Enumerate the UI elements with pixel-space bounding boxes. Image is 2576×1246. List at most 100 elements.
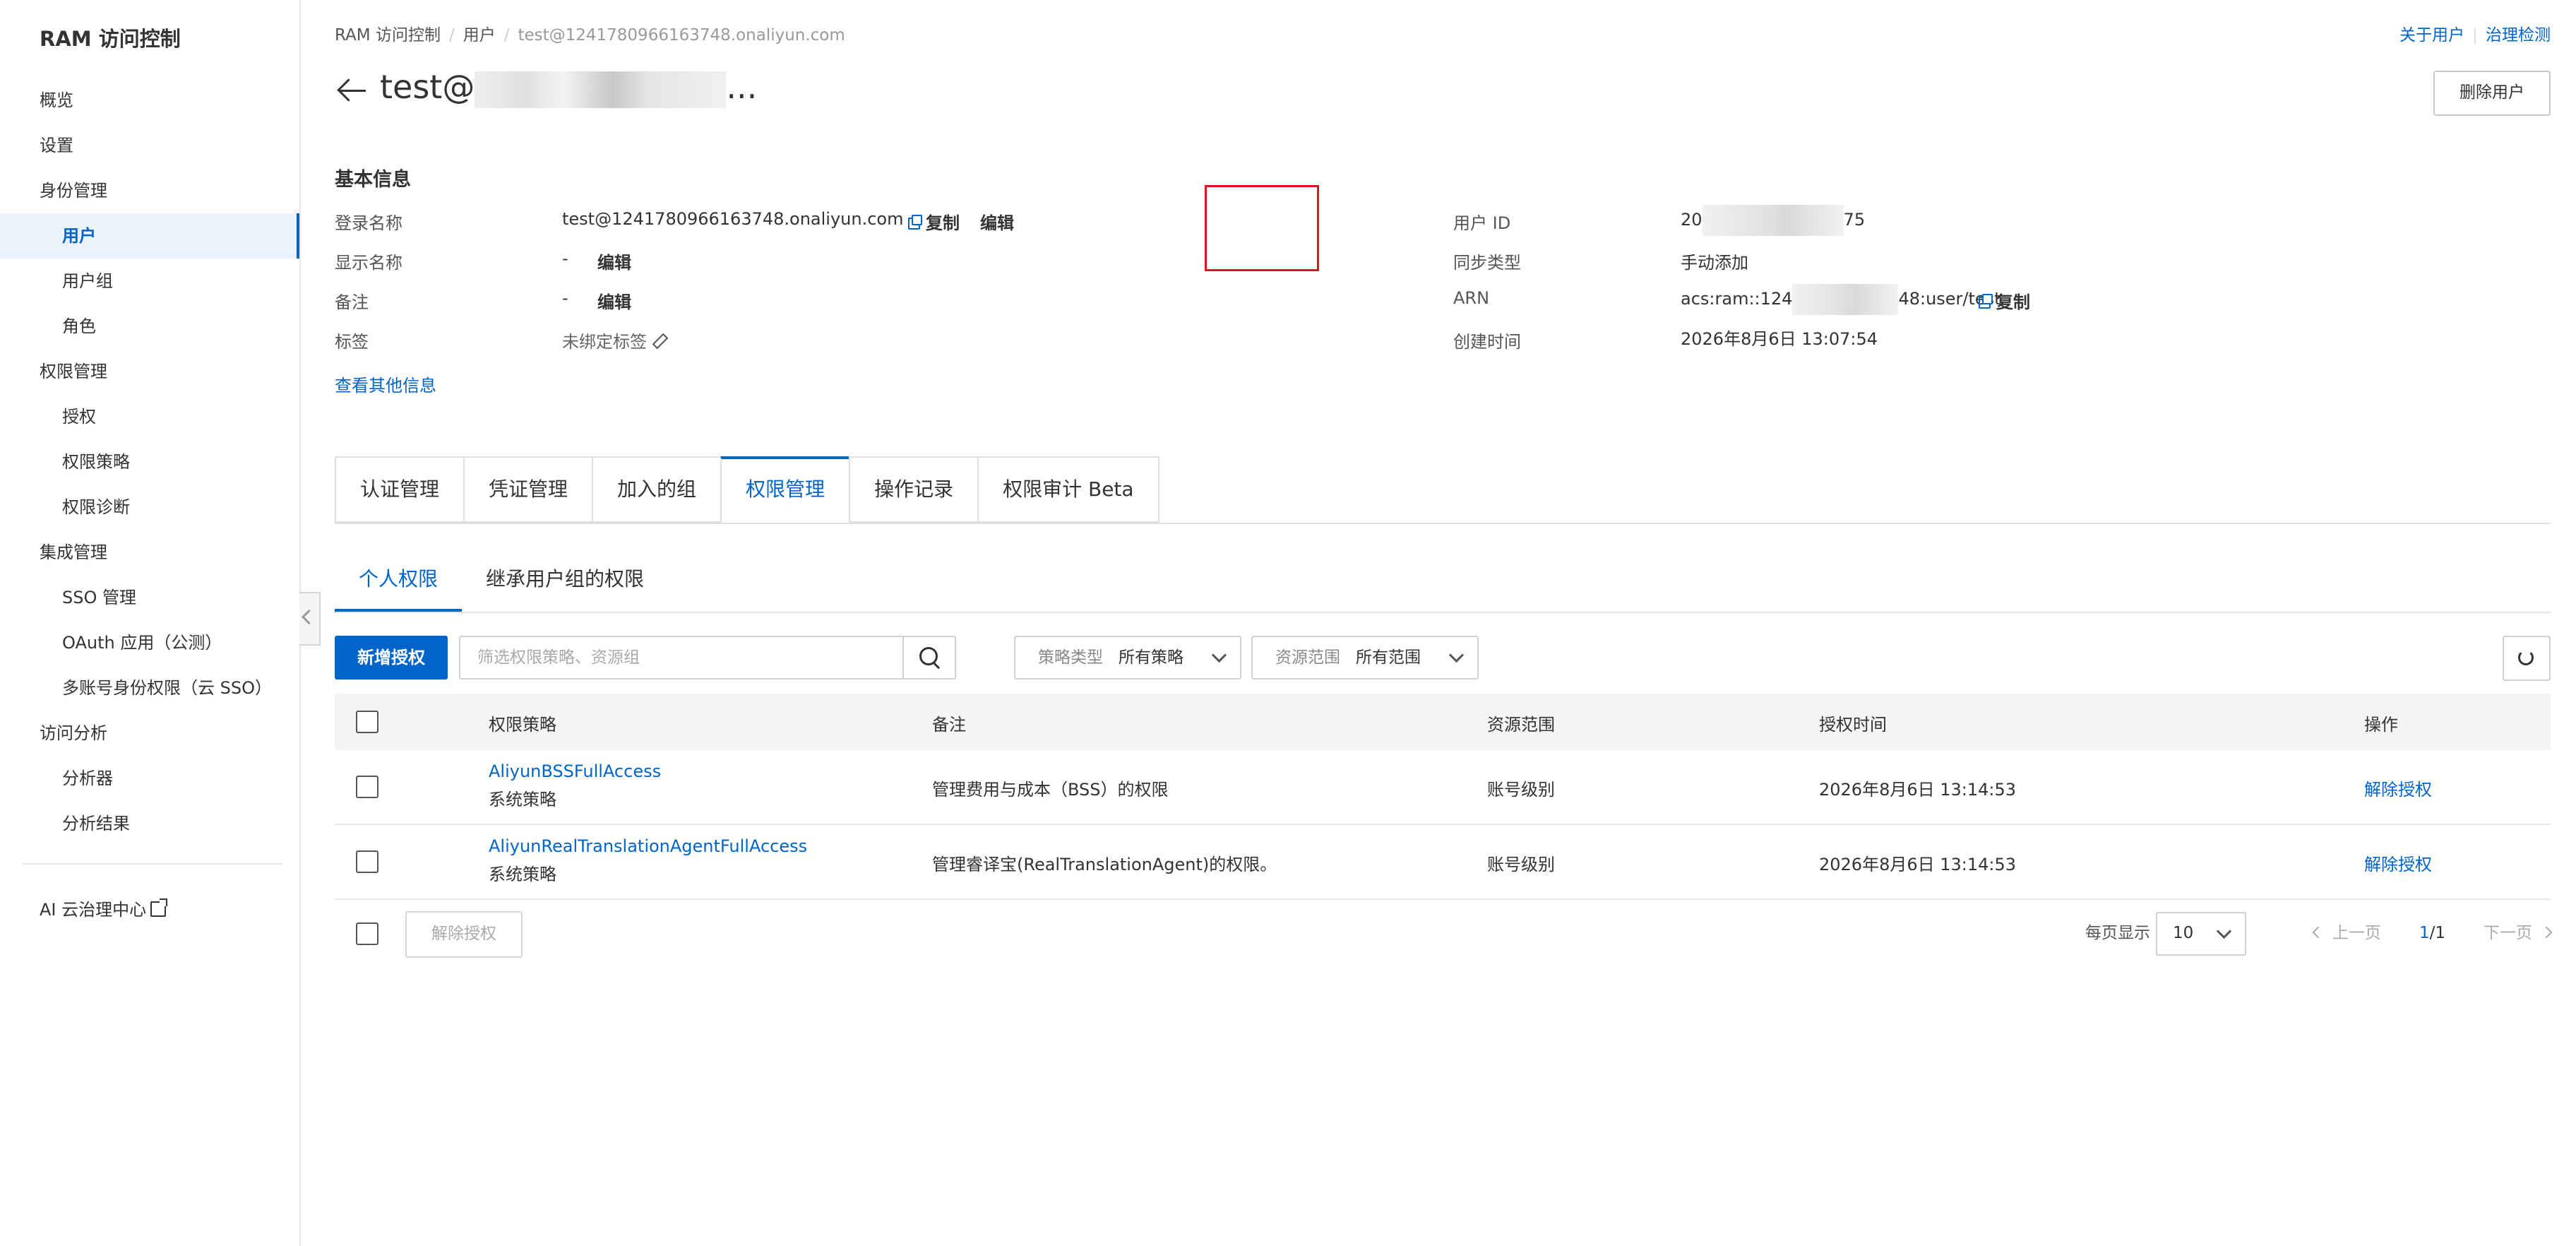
revoke-link[interactable]: 解除授权 <box>2364 850 2432 875</box>
sidebar-item-cloud-sso[interactable]: 多账号身份权限（云 SSO） <box>0 665 299 711</box>
subtab-inherited-permissions[interactable]: 继承用户组的权限 <box>462 558 668 609</box>
sidebar-item-analysis-results[interactable]: 分析结果 <box>0 801 299 846</box>
row-checkbox[interactable] <box>356 776 378 798</box>
subtab-personal-permissions[interactable]: 个人权限 <box>335 558 463 612</box>
highlight-box <box>1205 185 1319 271</box>
bulk-select-checkbox[interactable] <box>356 922 378 945</box>
sidebar-item-ai-governance-label: AI 云治理中心 <box>40 900 147 920</box>
remark-value: - <box>562 288 568 308</box>
column-header-grant-time: 授权时间 <box>1819 715 1887 735</box>
chevron-left-icon <box>2312 926 2325 939</box>
breadcrumb-separator: / <box>448 26 455 44</box>
sidebar-title: RAM 访问控制 <box>40 27 181 51</box>
masked-user-id <box>1702 205 1844 236</box>
tags-label: 标签 <box>335 332 369 352</box>
sidebar-item-oauth[interactable]: OAuth 应用（公测） <box>0 620 299 665</box>
column-header-actions: 操作 <box>2364 715 2398 735</box>
tab-permission-audit[interactable]: 权限审计 Beta <box>977 456 1159 523</box>
tab-credentials[interactable]: 凭证管理 <box>463 456 592 523</box>
tab-joined-groups[interactable]: 加入的组 <box>592 456 721 523</box>
total-pages: /1 <box>2429 924 2445 942</box>
sidebar-item-user-groups[interactable]: 用户组 <box>0 259 299 304</box>
sidebar-item-overview[interactable]: 概览 <box>0 78 299 123</box>
copy-arn-button[interactable]: 复制 <box>1979 288 2030 313</box>
grant-time-cell: 2026年8月6日 13:14:53 <box>1819 855 2017 874</box>
display-name-label: 显示名称 <box>335 253 402 273</box>
sidebar-collapse-button[interactable] <box>299 592 321 646</box>
current-page: 1 <box>2419 924 2430 942</box>
sidebar-group-permissions[interactable]: 权限管理 <box>0 349 299 394</box>
resource-scope-select[interactable]: 资源范围 所有范围 <box>1251 636 1479 680</box>
remark-row: 备注 - 编辑 <box>335 288 1041 312</box>
row-checkbox[interactable] <box>356 850 378 873</box>
detail-tabs: 认证管理 凭证管理 加入的组 权限管理 操作记录 权限审计 Beta <box>335 456 1159 524</box>
revoke-link[interactable]: 解除授权 <box>2364 776 2432 800</box>
edit-remark-button[interactable]: 编辑 <box>597 288 631 313</box>
tab-authentication[interactable]: 认证管理 <box>335 456 464 523</box>
policy-name-link[interactable]: AliyunRealTranslationAgentFullAccess <box>489 836 807 856</box>
edit-login-name-button[interactable]: 编辑 <box>980 209 1014 234</box>
remark-cell: 管理费用与成本（BSS）的权限 <box>932 780 1169 800</box>
tags-value[interactable]: 未绑定标签 <box>562 328 669 352</box>
table-row: AliyunRealTranslationAgentFullAccess 系统策略… <box>335 825 2551 900</box>
refresh-button[interactable] <box>2503 636 2551 681</box>
chevron-down-icon <box>1211 647 1227 663</box>
chevron-right-icon <box>2540 926 2553 939</box>
policy-cell: AliyunBSSFullAccess 系统策略 <box>489 761 661 810</box>
permission-subtabs: 个人权限 继承用户组的权限 <box>335 558 668 612</box>
sync-type-label: 同步类型 <box>1453 253 1521 273</box>
arn-row: ARN acs:ram::124 48:user/test 复制 <box>1453 284 2442 315</box>
user-id-end: 75 <box>1843 210 1866 230</box>
top-links: 关于用户 治理检测 <box>2399 21 2551 45</box>
sidebar-group-analysis[interactable]: 访问分析 <box>0 711 299 756</box>
view-more-info-link[interactable]: 查看其他信息 <box>335 372 436 396</box>
governance-check-link[interactable]: 治理检测 <box>2486 26 2551 44</box>
sidebar-item-settings[interactable]: 设置 <box>0 123 299 168</box>
page-size-select[interactable]: 10 <box>2155 911 2246 956</box>
add-grant-button[interactable]: 新增授权 <box>335 636 448 680</box>
page-title: test@... <box>380 68 757 108</box>
sidebar-item-users[interactable]: 用户 <box>0 213 299 259</box>
tab-permissions[interactable]: 权限管理 <box>720 456 849 524</box>
next-page-button[interactable]: 下一页 <box>2483 924 2553 942</box>
sidebar-item-analyzer[interactable]: 分析器 <box>0 756 299 801</box>
policy-cell: AliyunRealTranslationAgentFullAccess 系统策略 <box>489 836 807 885</box>
sidebar-group-integration[interactable]: 集成管理 <box>0 530 299 575</box>
search-button[interactable] <box>902 637 955 678</box>
sidebar-divider <box>23 863 282 865</box>
link-divider <box>2474 28 2476 44</box>
prev-page-button[interactable]: 上一页 <box>2312 924 2381 942</box>
policy-name-link[interactable]: AliyunBSSFullAccess <box>489 761 661 781</box>
delete-user-button[interactable]: 删除用户 <box>2433 71 2551 116</box>
breadcrumb-root[interactable]: RAM 访问控制 <box>335 26 441 44</box>
tab-operation-log[interactable]: 操作记录 <box>849 456 978 523</box>
breadcrumb-current: test@1241780966163748.onaliyun.com <box>518 26 845 44</box>
back-arrow-icon[interactable] <box>338 76 366 105</box>
table-row: AliyunBSSFullAccess 系统策略 管理费用与成本（BSS）的权限 … <box>335 750 2551 825</box>
user-id-value: 20 75 <box>1681 205 1865 236</box>
created-time-value: 2026年8月6日 13:07:54 <box>1681 329 1878 349</box>
column-header-policy: 权限策略 <box>489 715 556 735</box>
sidebar-item-grants[interactable]: 授权 <box>0 394 299 439</box>
sidebar-item-sso[interactable]: SSO 管理 <box>0 575 299 620</box>
next-page-label: 下一页 <box>2483 924 2532 942</box>
copy-login-name-button[interactable]: 复制 <box>908 209 960 234</box>
table-header: 权限策略 备注 资源范围 授权时间 操作 <box>335 694 2551 750</box>
about-users-link[interactable]: 关于用户 <box>2399 26 2464 44</box>
policy-search-input[interactable] <box>460 637 918 678</box>
sidebar-item-ai-governance[interactable]: AI 云治理中心 <box>40 896 168 920</box>
policy-type-select[interactable]: 策略类型 所有策略 <box>1014 636 1241 680</box>
basic-info-title: 基本信息 <box>335 169 411 191</box>
bulk-revoke-button[interactable]: 解除授权 <box>405 911 523 958</box>
scope-cell: 账号级别 <box>1487 780 1555 800</box>
breadcrumb-users[interactable]: 用户 <box>463 26 496 44</box>
sidebar-item-policies[interactable]: 权限策略 <box>0 439 299 485</box>
sidebar-item-diagnosis[interactable]: 权限诊断 <box>0 485 299 530</box>
sidebar: RAM 访问控制 概览 设置 身份管理 用户 用户组 角色 权限管理 授权 权限… <box>0 0 301 1246</box>
sidebar-item-roles[interactable]: 角色 <box>0 304 299 349</box>
edit-display-name-button[interactable]: 编辑 <box>597 249 631 273</box>
sidebar-group-identity[interactable]: 身份管理 <box>0 168 299 213</box>
copy-icon <box>1979 294 1993 309</box>
policy-type-label: 策略类型 <box>1038 648 1103 667</box>
select-all-checkbox[interactable] <box>356 711 378 733</box>
